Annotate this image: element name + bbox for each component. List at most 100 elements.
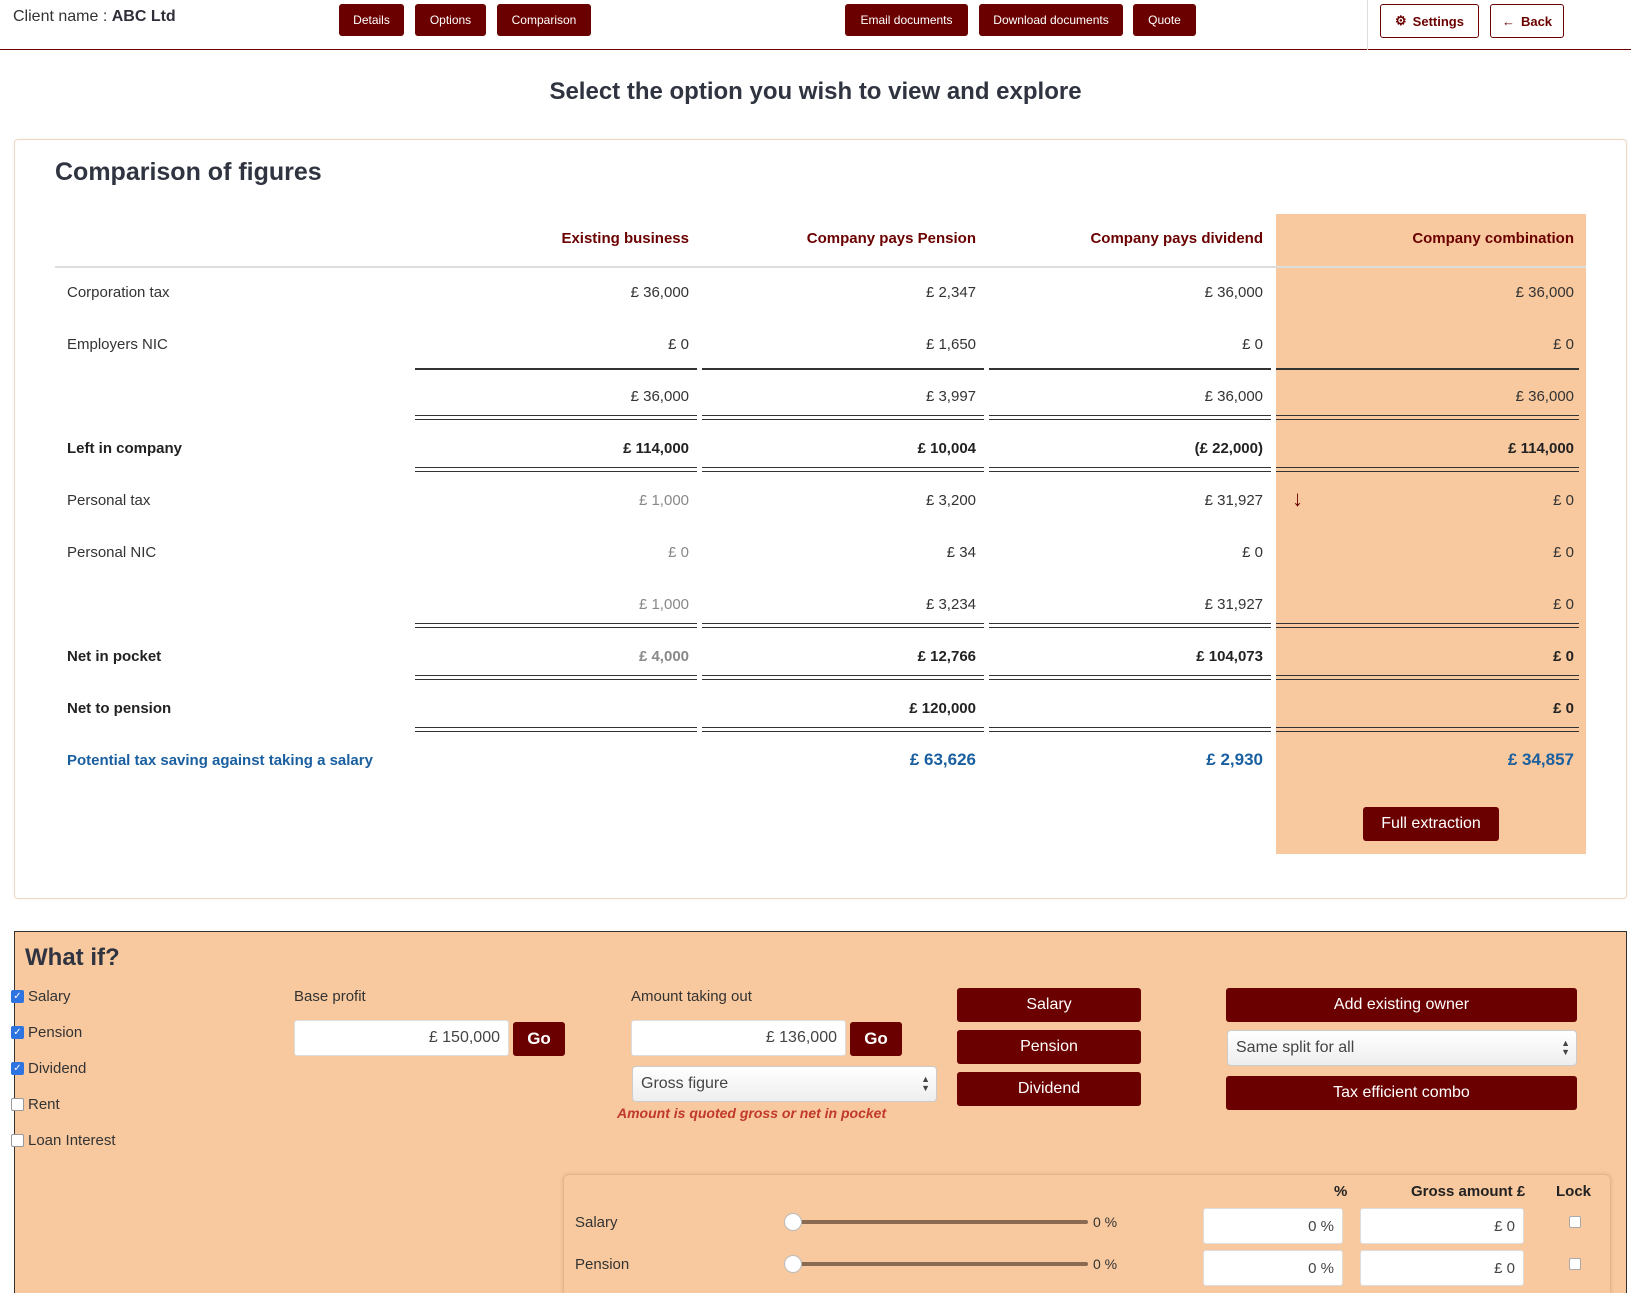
split-row-label: Salary (575, 1214, 618, 1231)
table-cell: (£ 22,000) (1194, 440, 1263, 457)
checkbox-checked-icon: ✓ (11, 1062, 24, 1075)
download-documents-button[interactable]: Download documents (979, 4, 1123, 36)
salary-slider-track[interactable] (790, 1220, 1088, 1224)
rule (1276, 727, 1579, 732)
tax-efficient-combo-button[interactable]: Tax efficient combo (1226, 1076, 1577, 1110)
header-divider (55, 266, 1586, 268)
row-label: Personal tax (67, 492, 151, 509)
amount-go-button[interactable]: Go (850, 1022, 902, 1056)
table-cell: £ 0 (1553, 544, 1574, 561)
base-profit-input[interactable]: £ 150,000 (294, 1020, 509, 1056)
table-cell: £ 3,234 (925, 596, 976, 613)
amount-taking-out-input[interactable]: £ 136,000 (631, 1020, 846, 1056)
gross-amount-header: Gross amount £ (1411, 1183, 1526, 1200)
rule (415, 415, 697, 420)
table-cell: £ 0 (668, 544, 689, 561)
salary-checkbox[interactable]: ✓ Salary (11, 988, 71, 1005)
checkbox-empty-icon (11, 1134, 24, 1147)
pension-percent-input[interactable]: 0 % (1203, 1250, 1343, 1286)
rule (702, 623, 984, 628)
loan-interest-checkbox[interactable]: Loan Interest (11, 1132, 116, 1149)
details-button[interactable]: Details (339, 4, 404, 36)
divider (1367, 0, 1368, 50)
dividend-checkbox[interactable]: ✓ Dividend (11, 1060, 86, 1077)
email-documents-button[interactable]: Email documents (845, 4, 968, 36)
table-cell: £ 31,927 (1204, 596, 1263, 613)
row-label: Employers NIC (67, 336, 168, 353)
base-profit-go-button[interactable]: Go (513, 1022, 565, 1056)
row-label: Potential tax saving against taking a sa… (67, 752, 373, 769)
rule (702, 675, 984, 680)
rent-checkbox[interactable]: Rent (11, 1096, 60, 1113)
full-extraction-button[interactable]: Full extraction (1363, 807, 1499, 841)
arrow-down-icon: ↓ (1292, 486, 1303, 511)
pension-checkbox[interactable]: ✓ Pension (11, 1024, 82, 1041)
pension-button[interactable]: Pension (957, 1030, 1141, 1064)
row-label: Personal NIC (67, 544, 157, 561)
arrow-left-icon: ← (1501, 13, 1515, 29)
page-heading: Select the option you wish to view and e… (549, 78, 1082, 105)
table-cell: £ 1,000 (638, 596, 689, 613)
amount-taking-out-label: Amount taking out (631, 988, 752, 1005)
pension-slider-handle[interactable] (784, 1255, 802, 1273)
column-header: Company pays dividend (1090, 230, 1263, 247)
pension-gross-input[interactable]: £ 0 (1360, 1250, 1524, 1286)
table-cell: £ 114,000 (623, 440, 689, 457)
column-header: Existing business (561, 230, 689, 247)
pension-slider-track[interactable] (790, 1262, 1088, 1266)
add-existing-owner-button[interactable]: Add existing owner (1226, 988, 1577, 1022)
rule (1276, 368, 1579, 370)
percent-header: % (1334, 1183, 1348, 1200)
table-cell: £ 1,650 (925, 336, 976, 353)
rule (702, 467, 984, 472)
salary-lock-checkbox[interactable] (1569, 1216, 1581, 1228)
pension-lock-checkbox[interactable] (1569, 1258, 1581, 1270)
table-cell: £ 36,000 (1204, 388, 1263, 405)
table-cell: £ 1,000 (638, 492, 689, 509)
checkbox-checked-icon: ✓ (11, 990, 24, 1003)
quote-button[interactable]: Quote (1133, 4, 1196, 36)
rule (989, 623, 1271, 628)
base-profit-label: Base profit (294, 988, 366, 1005)
comparison-button[interactable]: Comparison (497, 4, 591, 36)
rule (415, 675, 697, 680)
checkbox-empty-icon (11, 1098, 24, 1111)
split-select[interactable]: Same split for all ▲ ▼ (1227, 1030, 1577, 1066)
rule (415, 727, 697, 732)
rule (415, 368, 697, 370)
rule (989, 368, 1271, 370)
gross-note: Amount is quoted gross or net in pocket (617, 1105, 887, 1121)
back-button[interactable]: ← Back (1490, 4, 1564, 38)
table-cell: £ 0 (1553, 492, 1574, 509)
table-cell: £ 63,626 (909, 750, 976, 769)
column-header: Company pays Pension (806, 230, 976, 247)
table-cell: £ 36,000 (630, 388, 689, 405)
split-row-label: Pension (575, 1256, 630, 1273)
checkbox-checked-icon: ✓ (11, 1026, 24, 1039)
top-bar: Client name : ABC Ltd Details Options Co… (0, 0, 1631, 50)
table-cell: £ 114,000 (1508, 440, 1574, 457)
rule (1276, 675, 1579, 680)
salary-button[interactable]: Salary (957, 988, 1141, 1022)
table-cell: £ 36,000 (1515, 388, 1574, 405)
rule (415, 467, 697, 472)
salary-gross-input[interactable]: £ 0 (1360, 1208, 1524, 1244)
table-cell: £ 34,857 (1507, 750, 1574, 769)
row-label: Net to pension (67, 700, 172, 717)
salary-slider-handle[interactable] (784, 1213, 802, 1231)
table-cell: £ 0 (1242, 544, 1263, 561)
salary-percent-input[interactable]: 0 % (1203, 1208, 1343, 1244)
table-cell: £ 0 (1553, 596, 1574, 613)
gross-figure-select[interactable]: Gross figure ▲ ▼ (632, 1066, 937, 1102)
table-cell: £ 12,766 (917, 648, 976, 665)
rule (702, 727, 984, 732)
gear-icon: ⚙ (1395, 13, 1407, 28)
table-cell: £ 36,000 (1204, 284, 1263, 301)
table-cell: £ 36,000 (630, 284, 689, 301)
table-cell: £ 3,200 (925, 492, 976, 509)
dividend-button[interactable]: Dividend (957, 1072, 1141, 1106)
table-cell: £ 0 (1553, 700, 1574, 717)
select-arrows-icon: ▲ ▼ (1561, 1038, 1570, 1057)
settings-button[interactable]: ⚙ Settings (1380, 4, 1479, 38)
options-button[interactable]: Options (415, 4, 486, 36)
